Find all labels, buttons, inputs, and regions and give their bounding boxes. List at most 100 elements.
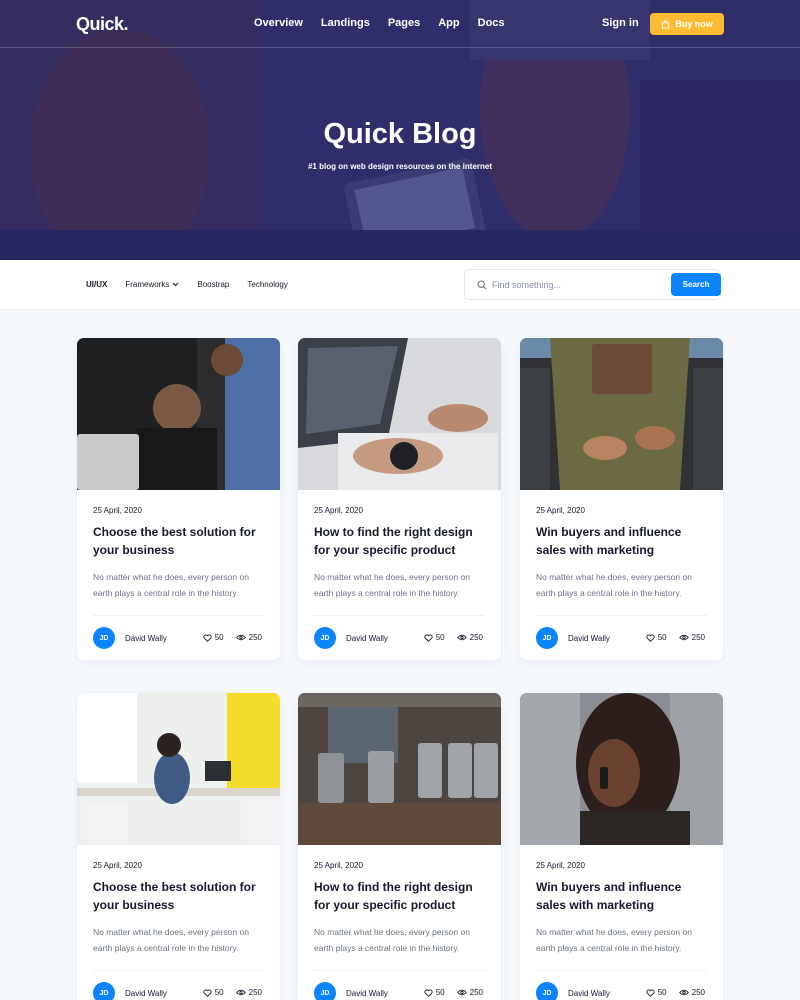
heart-icon[interactable] [424,633,433,642]
eye-icon [456,989,467,996]
post-footer: JD David Wally 50 250 [314,616,485,660]
post-title[interactable]: Win buyers and influence sales with mark… [536,523,707,559]
author-name[interactable]: David Wally [125,989,167,998]
author-name[interactable]: David Wally [568,634,610,643]
hero-subtitle: #1 blog on web design resources on the i… [307,162,493,171]
nav-link-docs[interactable]: Docs [478,17,505,29]
views-count: 250 [248,633,262,642]
likes-count: 50 [657,988,667,997]
post-excerpt: No matter what he does, every person on … [93,572,249,598]
post-body: 25 April, 2020 Win buyers and influence … [520,845,723,1000]
post-card-4[interactable]: 25 April, 2020 Choose the best solution … [77,693,280,1000]
views-count: 250 [469,633,483,642]
nav-links: Overview Landings Pages App Docs [254,17,523,29]
post-footer: JD David Wally 50 250 [93,616,264,660]
hero-title: Quick Blog [323,118,477,150]
avatar[interactable]: JD [93,627,115,649]
heart-icon[interactable] [646,633,655,642]
post-excerpt: No matter what he does, every person on … [536,927,692,953]
eye-icon [235,634,246,641]
nav-link-landings[interactable]: Landings [321,17,370,29]
post-excerpt: No matter what he does, every person on … [93,927,249,953]
post-title[interactable]: Choose the best solution for your busine… [93,878,264,914]
post-title[interactable]: Win buyers and influence sales with mark… [536,878,707,914]
avatar[interactable]: JD [536,982,558,1000]
author-name[interactable]: David Wally [346,989,388,998]
post-stats: 50 250 [646,633,705,642]
post-title[interactable]: Choose the best solution for your busine… [93,523,264,559]
post-body: 25 April, 2020 How to find the right des… [298,845,501,1000]
post-image-apron-hands[interactable] [520,338,723,490]
tab-bootstrap[interactable]: Boostrap [197,280,229,289]
search-button[interactable]: Search [671,273,721,296]
avatar[interactable]: JD [314,627,336,649]
tab-label: UI/UX [86,280,108,289]
search-box: Search [464,269,721,300]
post-title[interactable]: How to find the right design for your sp… [314,523,485,559]
post-stats: 50 250 [424,988,483,997]
post-card-2[interactable]: 25 April, 2020 How to find the right des… [298,338,501,660]
tab-label: Frameworks [125,280,170,289]
post-body: 25 April, 2020 How to find the right des… [298,490,501,660]
search-icon [477,280,487,290]
post-stats: 50 250 [203,988,262,997]
post-body: 25 April, 2020 Win buyers and influence … [520,490,723,660]
post-footer: JD David Wally 50 250 [536,616,707,660]
views-count: 250 [691,633,705,642]
chevron-down-icon [172,282,179,287]
category-tabs: UI/UX Frameworks Boostrap Technology [86,280,306,289]
heart-icon[interactable] [203,633,212,642]
post-body: 25 April, 2020 Choose the best solution … [77,490,280,660]
nav-link-app[interactable]: App [438,17,459,29]
post-excerpt: No matter what he does, every person on … [314,572,470,598]
author-name[interactable]: David Wally [125,634,167,643]
eye-icon [678,989,689,996]
post-footer: JD David Wally 50 250 [536,971,707,1000]
post-card-5[interactable]: 25 April, 2020 How to find the right des… [298,693,501,1000]
post-image-office-laptop-men[interactable] [77,338,280,490]
tab-frameworks[interactable]: Frameworks [125,280,179,289]
post-card-6[interactable]: 25 April, 2020 Win buyers and influence … [520,693,723,1000]
search-input[interactable] [492,275,662,295]
likes-count: 50 [214,633,224,642]
post-card-3[interactable]: 25 April, 2020 Win buyers and influence … [520,338,723,660]
tab-technology[interactable]: Technology [247,280,287,289]
shopping-bag-icon [662,19,670,29]
buy-now-button[interactable]: Buy now [650,13,724,35]
eye-icon [235,989,246,996]
post-image-woman-phone[interactable] [520,693,723,845]
top-navbar: Quick. Overview Landings Pages App Docs … [0,0,800,48]
post-image-laptop-typing-watch[interactable] [298,338,501,490]
author-name[interactable]: David Wally [346,634,388,643]
avatar[interactable]: JD [314,982,336,1000]
post-card-1[interactable]: 25 April, 2020 Choose the best solution … [77,338,280,660]
likes-count: 50 [657,633,667,642]
author-name[interactable]: David Wally [568,989,610,998]
logo[interactable]: Quick. [76,14,129,35]
post-date: 25 April, 2020 [93,506,142,515]
eye-icon [678,634,689,641]
hero-section: Quick. Overview Landings Pages App Docs … [0,0,800,260]
tab-uiux[interactable]: UI/UX [86,280,107,289]
avatar[interactable]: JD [536,627,558,649]
heart-icon[interactable] [424,988,433,997]
nav-link-overview[interactable]: Overview [254,17,303,29]
post-date: 25 April, 2020 [314,861,363,870]
post-image-brewery-kegs[interactable] [298,693,501,845]
avatar[interactable]: JD [93,982,115,1000]
post-image-bright-office[interactable] [77,693,280,845]
sign-in-link[interactable]: Sign in [602,17,639,29]
nav-link-pages[interactable]: Pages [388,17,420,29]
post-stats: 50 250 [646,988,705,997]
likes-count: 50 [214,988,224,997]
post-body: 25 April, 2020 Choose the best solution … [77,845,280,1000]
post-footer: JD David Wally 50 250 [93,971,264,1000]
heart-icon[interactable] [203,988,212,997]
tab-label: Technology [247,280,288,289]
post-stats: 50 250 [424,633,483,642]
post-title[interactable]: How to find the right design for your sp… [314,878,485,914]
views-count: 250 [248,988,262,997]
eye-icon [456,634,467,641]
likes-count: 50 [435,988,445,997]
heart-icon[interactable] [646,988,655,997]
